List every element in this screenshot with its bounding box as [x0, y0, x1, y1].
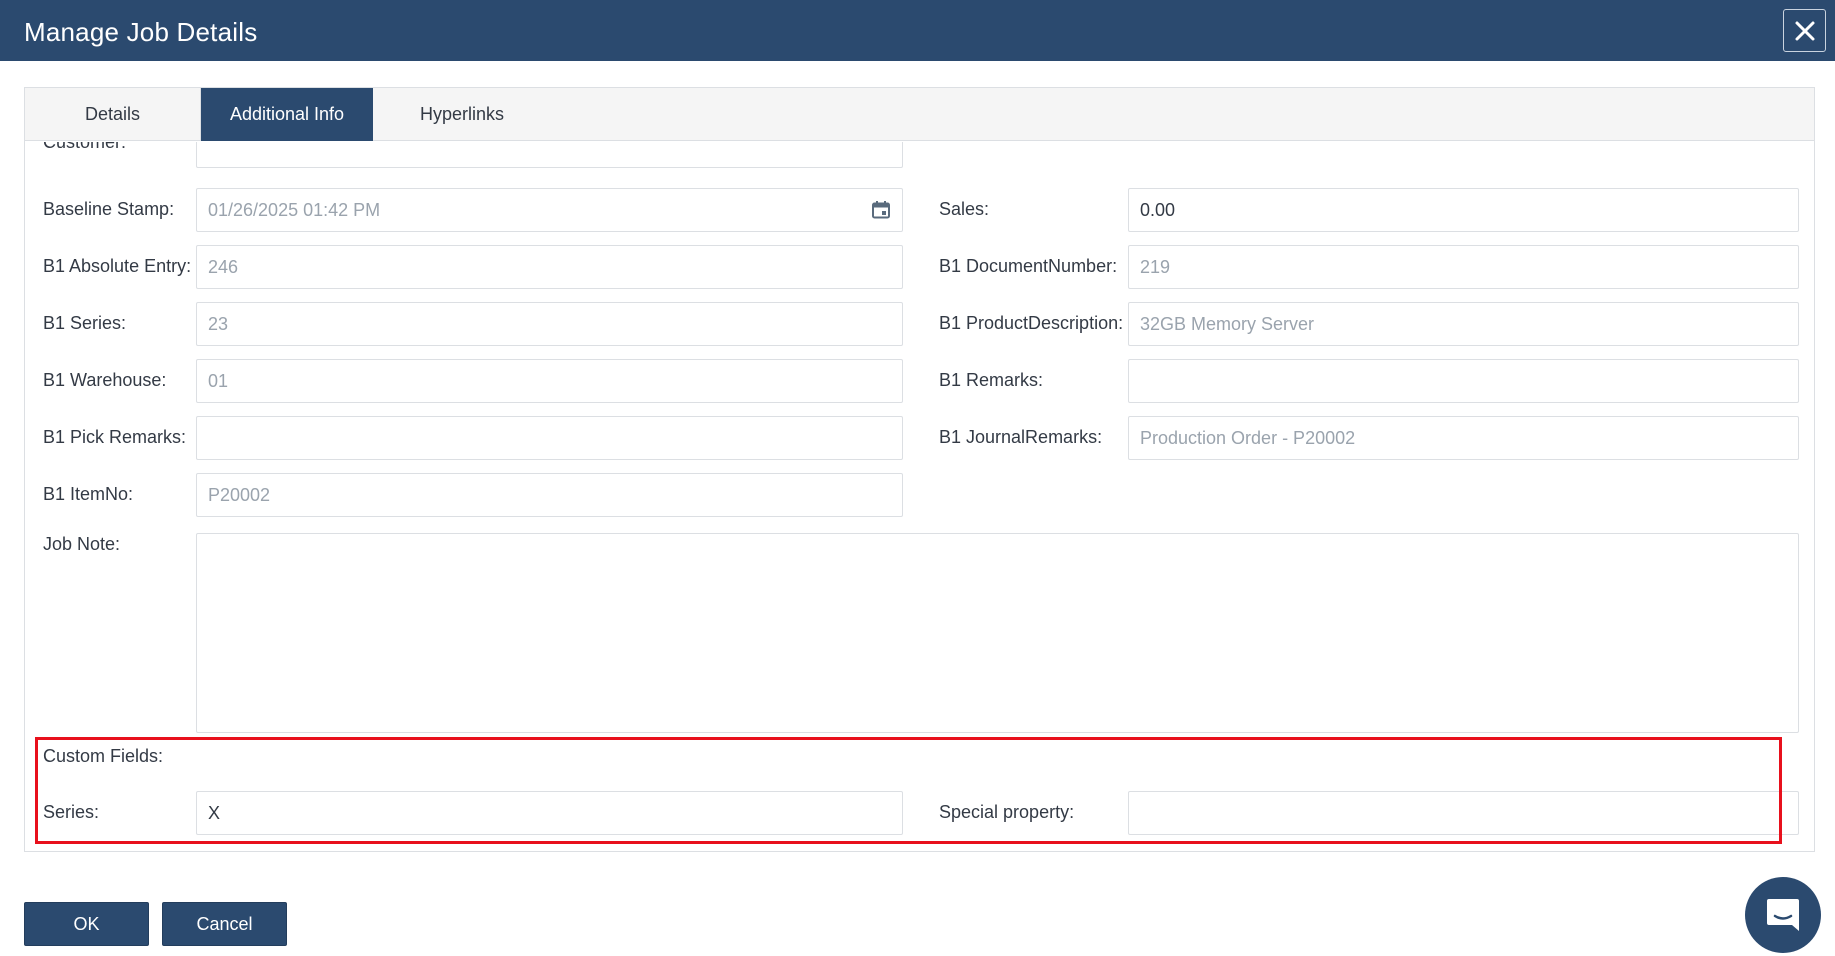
b1-document-number-value: 219: [1140, 256, 1171, 277]
b1-warehouse-label: B1 Warehouse:: [43, 370, 167, 390]
baseline-stamp-label: Baseline Stamp:: [43, 199, 175, 219]
special-property-input[interactable]: [1128, 791, 1799, 835]
ok-button[interactable]: OK: [24, 902, 149, 946]
baseline-stamp-value: 01/26/2025 01:42 PM: [208, 199, 381, 220]
tab-additional-info[interactable]: Additional Info: [201, 88, 373, 141]
cancel-button[interactable]: Cancel: [162, 902, 287, 946]
close-icon: [1795, 21, 1814, 40]
sales-input[interactable]: 0.00: [1128, 188, 1799, 232]
additional-info-form: Customer: Baseline Stamp: 01/26/2025 01:…: [25, 142, 1814, 851]
chat-button[interactable]: [1745, 877, 1821, 953]
series-label: Series:: [43, 802, 100, 822]
b1-journal-remarks-value: Production Order - P20002: [1140, 427, 1356, 448]
customer-field[interactable]: [196, 142, 903, 168]
tab-hyperlinks[interactable]: Hyperlinks: [373, 88, 551, 141]
special-property-label: Special property:: [939, 802, 1075, 822]
b1-series-value: 23: [208, 313, 229, 334]
b1-item-no-value: P20002: [208, 484, 271, 505]
b1-journal-remarks-label: B1 JournalRemarks:: [939, 427, 1103, 447]
b1-absolute-entry-field[interactable]: 246: [196, 245, 903, 289]
dialog-header: Manage Job Details: [0, 0, 1835, 61]
b1-document-number-label: B1 DocumentNumber:: [939, 256, 1118, 276]
sales-value: 0.00: [1140, 199, 1176, 220]
tab-panel: Details Additional Info Hyperlinks Custo…: [24, 87, 1815, 852]
series-input[interactable]: X: [196, 791, 903, 835]
b1-product-description-label: B1 ProductDescription:: [939, 313, 1124, 333]
b1-series-label: B1 Series:: [43, 313, 127, 333]
b1-pick-remarks-label: B1 Pick Remarks:: [43, 427, 187, 447]
b1-product-description-field[interactable]: 32GB Memory Server: [1128, 302, 1799, 346]
series-value: X: [208, 802, 221, 823]
b1-warehouse-value: 01: [208, 370, 229, 391]
b1-item-no-label: B1 ItemNo:: [43, 484, 134, 504]
close-button[interactable]: [1783, 9, 1826, 52]
custom-fields-heading: Custom Fields:: [43, 746, 164, 766]
tab-bar: Details Additional Info Hyperlinks: [25, 88, 1814, 141]
tab-details[interactable]: Details: [25, 88, 201, 141]
job-note-textarea[interactable]: [196, 533, 1799, 733]
b1-product-description-value: 32GB Memory Server: [1140, 313, 1315, 334]
b1-journal-remarks-field[interactable]: Production Order - P20002: [1128, 416, 1799, 460]
calendar-icon[interactable]: [871, 200, 891, 220]
b1-absolute-entry-value: 246: [208, 256, 239, 277]
b1-absolute-entry-label: B1 Absolute Entry:: [43, 256, 192, 276]
job-note-label: Job Note:: [43, 534, 121, 554]
sales-label: Sales:: [939, 199, 990, 219]
dialog-title: Manage Job Details: [24, 17, 258, 47]
customer-label: Customer:: [43, 142, 127, 152]
b1-document-number-field[interactable]: 219: [1128, 245, 1799, 289]
b1-warehouse-field[interactable]: 01: [196, 359, 903, 403]
b1-remarks-label: B1 Remarks:: [939, 370, 1044, 390]
b1-remarks-field[interactable]: [1128, 359, 1799, 403]
chat-icon: [1767, 899, 1799, 931]
baseline-stamp-field[interactable]: 01/26/2025 01:42 PM: [196, 188, 903, 232]
b1-series-field[interactable]: 23: [196, 302, 903, 346]
b1-item-no-field[interactable]: P20002: [196, 473, 903, 517]
b1-pick-remarks-field[interactable]: [196, 416, 903, 460]
